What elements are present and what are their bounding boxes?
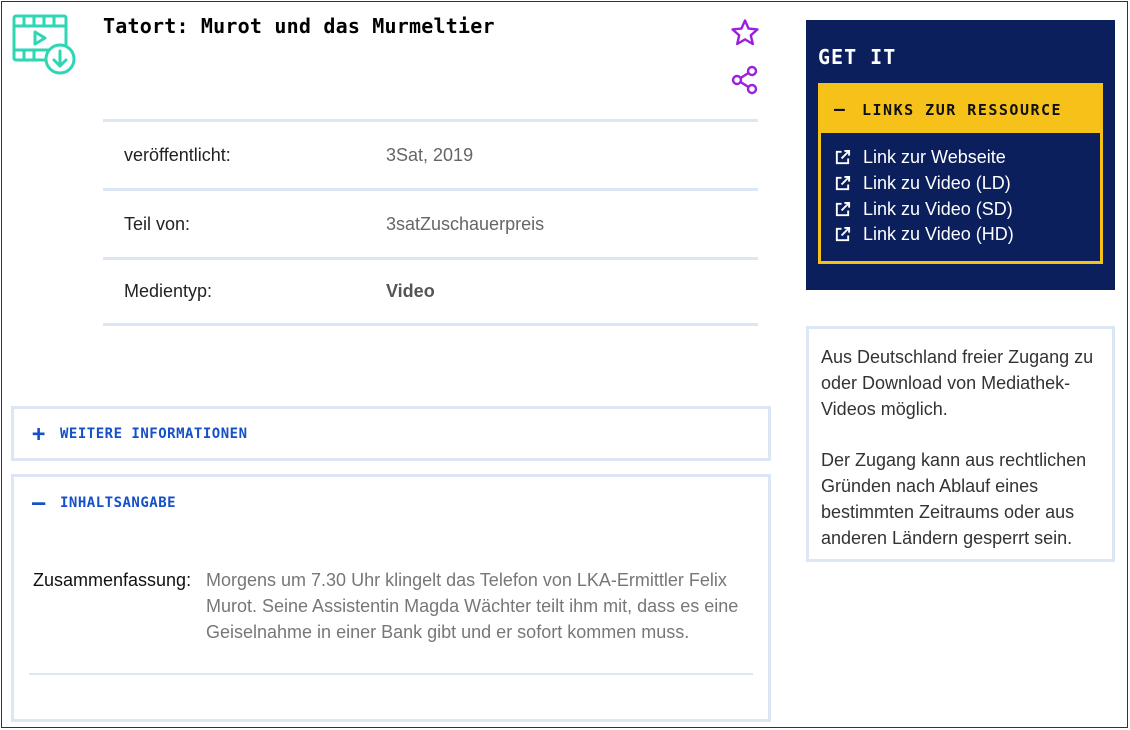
access-info-box: Aus Deutschland freier Zugang zu oder Do… <box>806 326 1115 562</box>
star-icon <box>731 19 759 46</box>
link-video-hd[interactable]: Link zu Video (HD) <box>834 222 1100 248</box>
metadata-row-part-of: Teil von: 3satZuschauerpreis <box>103 188 758 257</box>
access-info-restriction: Der Zugang kann aus rechtlichen Gründen … <box>821 450 1087 548</box>
summary-panel: — INHALTSANGABE Zusammenfassung: Morgens… <box>11 474 771 722</box>
more-info-label: WEITERE INFORMATIONEN <box>60 426 248 442</box>
resource-links-box: — LINKS ZUR RESSOURCE Link zur Webseite … <box>818 83 1103 264</box>
share-icon <box>731 65 758 95</box>
metadata-value: 3satZuschauerpreis <box>386 213 545 234</box>
summary-text: Morgens um 7.30 Uhr klingelt das Telefon… <box>206 570 739 642</box>
metadata-key: Medientyp: <box>124 281 213 301</box>
external-link-icon <box>835 201 851 216</box>
get-it-title: GET IT <box>818 45 897 69</box>
external-link-icon <box>835 227 851 242</box>
metadata-value: Video <box>386 281 435 301</box>
access-info-text: Aus Deutschland freier Zugang zu oder Do… <box>821 347 1094 419</box>
external-link-icon <box>835 150 851 165</box>
external-link-icon <box>835 175 851 191</box>
link-label: Link zu Video (SD) <box>863 198 1013 219</box>
link-label: Link zu Video (HD) <box>863 224 1014 245</box>
summary-key: Zusammenfassung: <box>33 570 192 590</box>
page-frame: Tatort: Murot und das Murmeltier veröffe… <box>1 1 1128 728</box>
plus-icon: + <box>32 421 46 447</box>
metadata-key: Teil von: <box>124 213 191 234</box>
more-info-panel: + WEITERE INFORMATIONEN <box>11 406 771 461</box>
resource-links-label: LINKS ZUR RESSOURCE <box>862 100 1063 119</box>
link-website[interactable]: Link zur Webseite <box>834 145 1100 171</box>
video-download-icon <box>12 14 78 76</box>
resource-links-toggle[interactable]: — LINKS ZUR RESSOURCE <box>821 86 1100 133</box>
link-video-ld[interactable]: Link zu Video (LD) <box>834 171 1100 197</box>
favorite-button[interactable] <box>730 18 760 48</box>
link-label: Link zu Video (LD) <box>863 173 1011 194</box>
link-label: Link zur Webseite <box>863 147 1006 168</box>
more-info-toggle[interactable]: + WEITERE INFORMATIONEN <box>14 409 768 459</box>
page-title: Tatort: Murot und das Murmeltier <box>103 14 495 38</box>
summary-toggle[interactable]: — INHALTSANGABE <box>14 477 768 529</box>
summary-row: Zusammenfassung: Morgens um 7.30 Uhr kli… <box>29 529 753 675</box>
share-button[interactable] <box>731 65 759 95</box>
metadata-table: veröffentlicht: 3Sat, 2019 Teil von: 3sa… <box>103 119 758 326</box>
metadata-value: 3Sat, 2019 <box>386 144 474 165</box>
resource-links-list: Link zur Webseite Link zu Video (LD) Lin… <box>821 133 1100 248</box>
get-it-box: GET IT — LINKS ZUR RESSOURCE Link zur We… <box>806 20 1115 290</box>
link-video-sd[interactable]: Link zu Video (SD) <box>834 196 1100 222</box>
minus-icon: — <box>834 99 847 120</box>
metadata-key: veröffentlicht: <box>124 144 231 165</box>
minus-icon: — <box>32 490 46 516</box>
metadata-row-published: veröffentlicht: 3Sat, 2019 <box>103 119 758 188</box>
metadata-row-media-type: Medientyp: Video <box>103 257 758 326</box>
summary-label: INHALTSANGABE <box>60 495 177 511</box>
